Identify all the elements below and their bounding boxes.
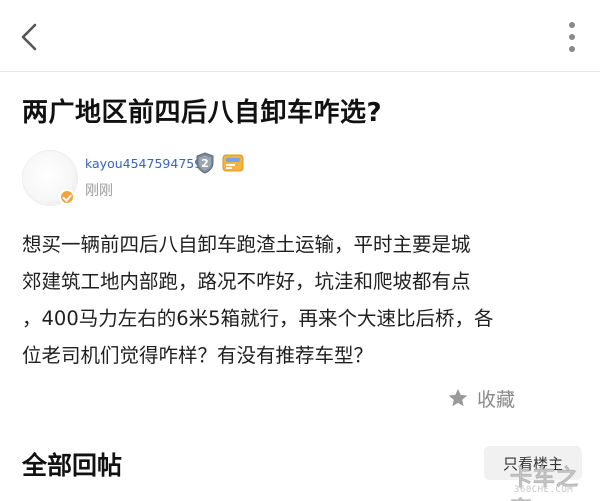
level-shield-icon: 2 <box>196 152 214 174</box>
replies-section-title: 全部回帖 <box>22 451 123 480</box>
verified-check-icon <box>59 189 75 205</box>
post-body-line: 想买一辆前四后八自卸车跑渣土运输，平时主要是城 <box>22 233 471 256</box>
author-username[interactable]: kayou4547594759 <box>85 156 202 171</box>
post-body-line: ，400马力左右的6米5箱就行，再来个大速比后桥，各 <box>22 307 494 330</box>
more-vertical-icon <box>569 22 575 28</box>
top-navigation-bar <box>0 0 600 72</box>
back-button[interactable] <box>14 20 44 54</box>
favorite-label: 收藏 <box>477 388 516 411</box>
author-info: kayou4547594759 2 刚刚 <box>22 148 582 208</box>
post-time: 刚刚 <box>85 183 113 199</box>
watermark-logo: 卡车之家 360CHE.COM <box>502 458 594 501</box>
more-options-button[interactable] <box>562 22 582 52</box>
chevron-left-icon <box>21 23 37 51</box>
vip-card-icon <box>222 154 244 172</box>
post-title: 两广地区前四后八自卸车咋选? <box>22 98 383 128</box>
level-number: 2 <box>201 157 209 170</box>
post-body-line: 郊建筑工地内部跑，路况不咋好，坑洼和爬坡都有点 <box>22 270 471 293</box>
star-icon <box>448 388 468 407</box>
post-body-line: 位老司机们觉得咋样？有没有推荐车型？ <box>22 344 374 367</box>
favorite-button[interactable]: 收藏 <box>447 384 515 412</box>
post-body: 想买一辆前四后八自卸车跑渣土运输，平时主要是城 郊建筑工地内部跑，路况不咋好，坑… <box>22 226 582 374</box>
watermark-url: 360CHE.COM <box>514 485 574 495</box>
section-divider <box>0 418 600 428</box>
